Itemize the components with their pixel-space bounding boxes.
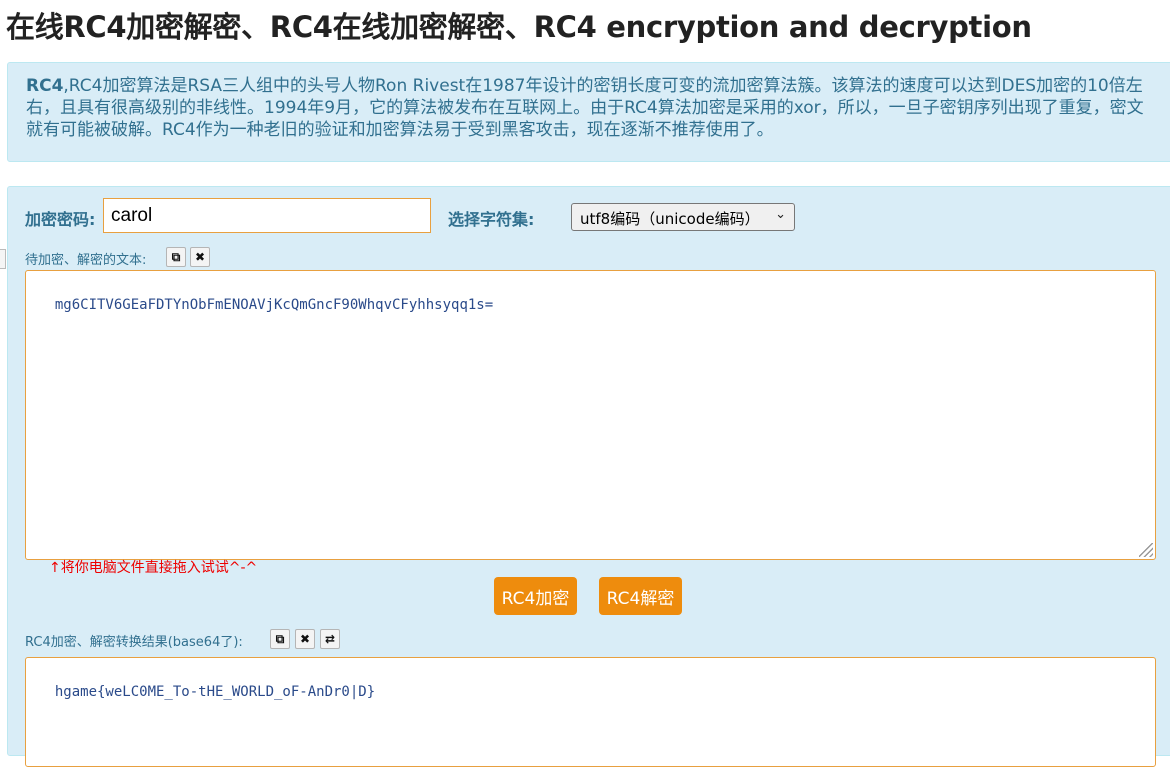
resize-handle-icon[interactable] <box>1139 543 1153 557</box>
output-textarea[interactable]: hgame{weLC0ME_To-tHE_WORLD_oF-AnDr0|D} <box>25 657 1156 767</box>
close-icon[interactable]: ✖ <box>190 247 210 267</box>
side-handle <box>0 249 6 269</box>
input-textarea[interactable]: mg6CITV6GEaFDTYnObFmENOAVjKcQmGncF90Whqv… <box>25 270 1156 560</box>
swap-icon[interactable]: ⇄ <box>320 629 340 649</box>
page-title: 在线RC4加密解密、RC4在线加密解密、RC4 encryption and d… <box>6 10 1032 44</box>
charset-label: 选择字符集: <box>448 210 535 229</box>
encrypt-button[interactable]: RC4加密 <box>494 577 577 615</box>
output-label: RC4加密、解密转换结果(base64了): <box>25 635 243 650</box>
copy-icon[interactable]: ⧉ <box>270 629 290 649</box>
charset-value: utf8编码（unicode编码） <box>580 210 760 228</box>
intro-text: RC4,RC4加密算法是RSA三人组中的头号人物Ron Rivest在1987年… <box>26 75 1156 141</box>
drag-hint: ↑将你电脑文件直接拖入试试^-^ <box>49 560 258 576</box>
close-icon[interactable]: ✖ <box>295 629 315 649</box>
decrypt-button[interactable]: RC4解密 <box>599 577 682 615</box>
intro-box: RC4,RC4加密算法是RSA三人组中的头号人物Ron Rivest在1987年… <box>7 62 1170 162</box>
intro-body: ,RC4加密算法是RSA三人组中的头号人物Ron Rivest在1987年设计的… <box>26 76 1144 140</box>
password-input[interactable] <box>103 198 431 233</box>
input-text: mg6CITV6GEaFDTYnObFmENOAVjKcQmGncF90Whqv… <box>54 297 494 313</box>
charset-select[interactable]: utf8编码（unicode编码） ⌄ <box>571 203 795 231</box>
input-label: 待加密、解密的文本: <box>25 253 147 268</box>
chevron-down-icon: ⌄ <box>775 207 786 222</box>
password-label: 加密密码: <box>25 210 96 229</box>
output-text: hgame{weLC0ME_To-tHE_WORLD_oF-AnDr0|D} <box>54 684 376 700</box>
copy-icon[interactable]: ⧉ <box>166 247 186 267</box>
intro-bold: RC4 <box>26 76 64 96</box>
